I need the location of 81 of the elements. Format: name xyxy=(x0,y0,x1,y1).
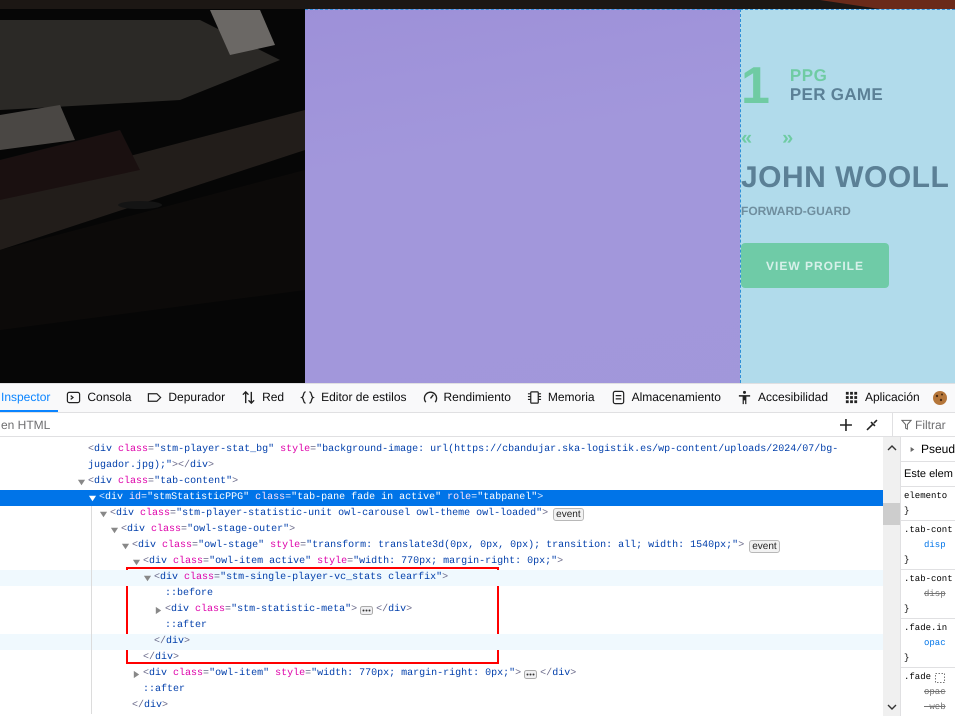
expand-button[interactable] xyxy=(524,670,538,679)
twisty-icon[interactable] xyxy=(110,526,119,535)
stat-number: 1 xyxy=(741,60,770,112)
markup-line: <div class="owl-item" style="width: 770px; margin-right: 0px;"> xyxy=(143,666,522,681)
scroll-down-icon[interactable] xyxy=(886,704,896,710)
rule-selector: .fade.in xyxy=(904,622,948,635)
rule-brace: } xyxy=(904,652,910,665)
css-declaration[interactable]: -web xyxy=(904,700,955,715)
markup-line: <div class="owl-stage-outer"> xyxy=(121,522,296,537)
markup-line: ::after xyxy=(165,618,208,633)
css-declaration[interactable]: disp xyxy=(904,587,955,602)
markup-line: <div class="stm-single-player-vc_stats clearfix"> xyxy=(154,570,448,585)
devtools-tab[interactable]: Editor de estilos xyxy=(292,384,414,412)
devtools-tab[interactable]: Depurador xyxy=(139,384,234,412)
arrows-icon xyxy=(241,390,256,404)
eyedropper-icon[interactable] xyxy=(865,418,879,432)
gauge-icon xyxy=(422,390,438,404)
grid-icon xyxy=(844,390,859,404)
devtools-tab[interactable]: Red xyxy=(233,384,292,412)
devtools-tab[interactable]: Consola xyxy=(58,384,140,412)
add-icon[interactable] xyxy=(839,418,854,432)
markup-line: ::before xyxy=(165,586,214,601)
rule-brace: } xyxy=(904,603,910,616)
twisty-icon[interactable] xyxy=(154,606,163,615)
closing-tag: </div> xyxy=(540,666,576,682)
stat-label: PER GAME xyxy=(790,85,883,104)
markup-line: ::after xyxy=(143,682,186,697)
twisty-icon[interactable] xyxy=(88,494,97,503)
rule-selector: .fade xyxy=(904,671,932,684)
twisty-icon[interactable] xyxy=(77,478,86,487)
chip-icon xyxy=(526,390,542,404)
pseudo-elements-toggle[interactable]: Pseud xyxy=(901,437,955,461)
closing-tag: </div> xyxy=(143,650,180,666)
player-name: JOHN WOOLL xyxy=(741,160,950,196)
rule-brace: } xyxy=(904,505,910,518)
markup-line: <div class="owl-stage" style="transform: translate3d(0px, 0px, 0px); transition: all; width: 1540px;"> xyxy=(132,538,744,553)
triangle-icon xyxy=(910,444,915,454)
markup-line: <div class="stm-statistic-meta"> xyxy=(165,602,358,617)
rule-selector: .tab-cont xyxy=(904,524,953,537)
expand-button[interactable] xyxy=(360,606,374,615)
console-icon xyxy=(66,390,82,404)
scrollbar[interactable] xyxy=(883,437,900,716)
devtools-tab[interactable]: Aplicación xyxy=(836,384,928,412)
twisty-icon[interactable] xyxy=(143,574,152,583)
css-declaration[interactable]: disp xyxy=(904,538,955,553)
person-icon xyxy=(736,390,752,404)
twisty-icon[interactable] xyxy=(132,670,141,679)
section-header: Este elem xyxy=(901,461,955,487)
rule-brace: } xyxy=(904,554,910,567)
markup-line: <div id="stmStatisticPPG" class="tab-pane fade in active" role="tabpanel"> xyxy=(99,490,544,505)
markup-line: <div class="tab-content"> xyxy=(88,474,238,489)
storage-icon xyxy=(610,390,626,404)
twisty-icon[interactable] xyxy=(132,558,141,567)
search-field[interactable]: en HTML xyxy=(0,414,834,434)
rule-selector: elemento xyxy=(904,490,948,503)
closing-tag: </div> xyxy=(376,602,412,618)
scrollbar-thumb[interactable] xyxy=(883,503,900,525)
css-declaration[interactable]: opac xyxy=(904,685,955,700)
devtools-tab[interactable]: Accesibilidad xyxy=(728,384,836,412)
devtools-tab[interactable]: Memoria xyxy=(518,384,603,412)
closing-tag: </div> xyxy=(154,634,190,650)
closing-tag: </div> xyxy=(132,698,168,714)
devtools-tab[interactable]: Rendimiento xyxy=(414,384,519,412)
markup-line: <div class="owl-item active" style="width: 770px; margin-right: 0px;"> xyxy=(143,554,564,569)
rule-selector: .tab-cont xyxy=(904,573,953,586)
highlighter-icon[interactable] xyxy=(935,672,946,682)
player-position: FORWARD-GUARD xyxy=(741,204,852,218)
markup-line: <div class="stm-player-statistic-unit owl-carousel owl-theme owl-loaded"> xyxy=(110,506,548,521)
twisty-icon[interactable] xyxy=(121,542,130,551)
css-declaration[interactable]: opac xyxy=(904,636,955,651)
devtools-tab[interactable]: Almacenamiento xyxy=(602,384,729,412)
cookie-icon[interactable] xyxy=(932,390,948,406)
filter-field[interactable]: Filtrar xyxy=(915,418,955,432)
scroll-up-icon[interactable] xyxy=(886,445,896,451)
stat-abbreviation: PPG xyxy=(790,66,828,85)
markup-line: <div class="stm-player-stat_bg" style="background-image: url(https://cbandujar.ska-logistik.es/wp-content/uploads/2024/07/bg-jugador.jpg);"></div> xyxy=(88,442,840,473)
event-badge[interactable]: event xyxy=(749,540,780,553)
braces-icon xyxy=(300,390,316,404)
twisty-icon[interactable] xyxy=(99,510,108,519)
filter-icon xyxy=(901,419,912,430)
event-badge[interactable]: event xyxy=(553,508,584,521)
